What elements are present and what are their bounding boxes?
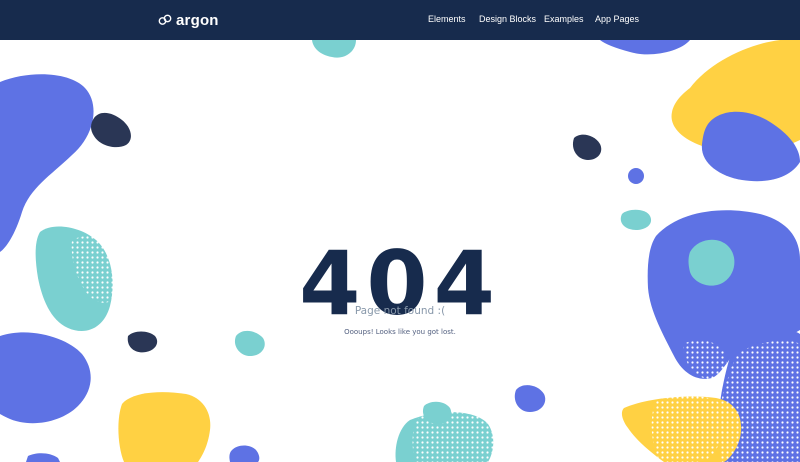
nav-link-app-pages[interactable]: App Pages — [595, 14, 639, 24]
nav-link-elements[interactable]: Elements — [428, 14, 466, 24]
error-message: Oooups! Looks like you got lost. — [344, 328, 456, 336]
error-title: Page not found :( — [354, 305, 446, 317]
navbar: argon Elements Design Blocks Examples Ap… — [0, 0, 800, 40]
nav-link-design-blocks[interactable]: Design Blocks — [479, 14, 536, 24]
nav-links: Elements Design Blocks Examples App Page… — [0, 0, 800, 40]
nav-link-examples[interactable]: Examples — [544, 14, 584, 24]
error-content: 404 Page not found :( Oooups! Looks like… — [0, 0, 800, 462]
error-code: 404 — [299, 231, 501, 335]
